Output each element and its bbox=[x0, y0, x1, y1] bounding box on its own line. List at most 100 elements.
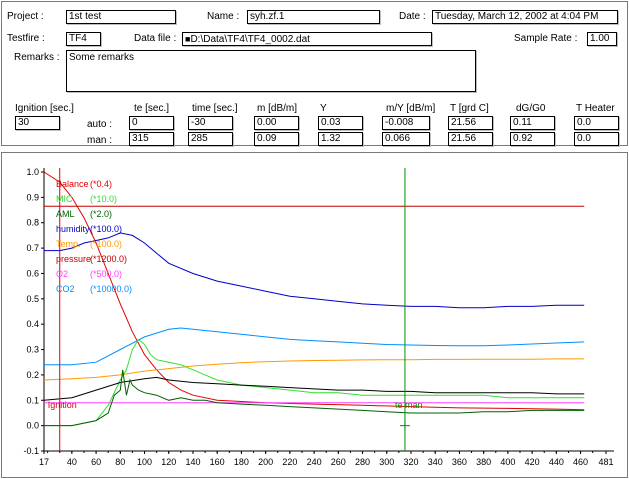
line-chart[interactable]: 1.0 0.9 0.8 0.7 0.6 0.5 0.4 0.3 0.2 0.1 0.0 -0.117 4… bbox=[2, 153, 627, 477]
ignition-field[interactable]: 30 bbox=[15, 116, 60, 130]
x-tick-label: 60 bbox=[91, 457, 101, 467]
legend-scale: (*1200.0) bbox=[90, 254, 127, 264]
x-tick-label: 300 bbox=[379, 457, 394, 467]
t-man-field[interactable]: 21.56 bbox=[448, 132, 493, 146]
x-tick-label: 460 bbox=[573, 457, 588, 467]
remarks-label: Remarks : bbox=[14, 52, 60, 63]
y-tick-label: 0.8 bbox=[26, 218, 39, 228]
testfire-label: Testfire : bbox=[7, 33, 45, 44]
legend-scale: (*10.0) bbox=[90, 194, 117, 204]
theater-man-field[interactable]: 0.0 bbox=[574, 132, 619, 146]
col-header-time: time [sec.] bbox=[192, 103, 238, 114]
te-man-field[interactable]: 315 bbox=[129, 132, 174, 146]
marker-label: te man bbox=[395, 400, 423, 410]
x-tick-label: 200 bbox=[258, 457, 273, 467]
x-tick-label: 481 bbox=[598, 457, 613, 467]
chart-panel: 1.0 0.9 0.8 0.7 0.6 0.5 0.4 0.3 0.2 0.1 0.0 -0.1 17 4… bbox=[1, 152, 628, 478]
my-auto-field[interactable]: -0.008 bbox=[382, 116, 430, 130]
x-tick-label: 240 bbox=[307, 457, 322, 467]
x-tick-label: 40 bbox=[67, 457, 77, 467]
y-auto-field[interactable]: 0.03 bbox=[318, 116, 363, 130]
samplerate-label: Sample Rate : bbox=[514, 33, 578, 44]
series-line-humidity bbox=[44, 232, 585, 309]
legend-name: MIC bbox=[56, 194, 73, 204]
y-tick-label: 0.5 bbox=[26, 294, 39, 304]
dg-man-field[interactable]: 0.92 bbox=[510, 132, 555, 146]
x-tick-label: 80 bbox=[115, 457, 125, 467]
y-tick-label: 0.3 bbox=[26, 345, 39, 355]
legend-name: Temp. bbox=[56, 239, 81, 249]
legend-scale: (*0.4) bbox=[90, 179, 112, 189]
legend-name: O2 bbox=[56, 269, 68, 279]
testfire-field[interactable]: TF4 bbox=[66, 32, 101, 46]
x-tick-label: 280 bbox=[355, 457, 370, 467]
y-tick-label: 0.4 bbox=[26, 319, 39, 329]
series-line-temp- bbox=[43, 358, 585, 381]
theater-auto-field[interactable]: 0.0 bbox=[574, 116, 619, 130]
x-tick-label: 440 bbox=[549, 457, 564, 467]
col-header-te: te [sec.] bbox=[134, 103, 170, 114]
y-tick-label: 1.0 bbox=[26, 167, 39, 177]
samplerate-field[interactable]: 1.00 bbox=[587, 32, 617, 46]
legend-scale: (*2.0) bbox=[90, 209, 112, 219]
x-tick-label: 360 bbox=[452, 457, 467, 467]
time-man-field[interactable]: 285 bbox=[188, 132, 233, 146]
x-tick-label: 260 bbox=[331, 457, 346, 467]
x-tick-label: 100 bbox=[137, 457, 152, 467]
y-tick-label: 0.6 bbox=[26, 268, 39, 278]
y-man-field[interactable]: 1.32 bbox=[318, 132, 363, 146]
legend-name: CO2 bbox=[56, 284, 75, 294]
row-label-auto: auto : bbox=[87, 119, 113, 130]
legend-scale: (*100.0) bbox=[90, 239, 122, 249]
te-auto-field[interactable]: 0 bbox=[129, 116, 174, 130]
legend-name: pressure bbox=[56, 254, 91, 264]
t-auto-field[interactable]: 21.56 bbox=[448, 116, 493, 130]
y-tick-label: 0.7 bbox=[26, 243, 39, 253]
y-tick-label: 0.9 bbox=[26, 192, 39, 202]
ignition-header: Ignition [sec.] bbox=[15, 103, 74, 114]
y-tick-label: 0.0 bbox=[26, 421, 39, 431]
header-panel: Project : 1st test Name : syh.zf.1 Date … bbox=[1, 1, 628, 146]
marker-label: Ignition bbox=[48, 400, 77, 410]
row-label-man: man : bbox=[87, 135, 113, 146]
x-tick-label: 220 bbox=[282, 457, 297, 467]
x-tick-label: 340 bbox=[428, 457, 443, 467]
y-tick-label: -0.1 bbox=[23, 446, 39, 456]
time-auto-field[interactable]: -30 bbox=[188, 116, 233, 130]
m-man-field[interactable]: 0.09 bbox=[254, 132, 299, 146]
project-field[interactable]: 1st test bbox=[66, 10, 176, 24]
datafile-value: D:\Data\TF4\TF4_0002.dat bbox=[190, 34, 310, 45]
x-tick-label: 17 bbox=[39, 457, 49, 467]
legend-name: humidity bbox=[56, 224, 90, 234]
x-tick-label: 320 bbox=[403, 457, 418, 467]
x-tick-label: 180 bbox=[234, 457, 249, 467]
x-tick-label: 380 bbox=[476, 457, 491, 467]
date-field[interactable]: Tuesday, March 12, 2002 at 4:04 PM bbox=[432, 10, 618, 24]
x-tick-label: 140 bbox=[185, 457, 200, 467]
name-field[interactable]: syh.zf.1 bbox=[247, 10, 380, 24]
col-header-y: Y bbox=[320, 103, 327, 114]
datafile-label: Data file : bbox=[134, 33, 177, 44]
m-auto-field[interactable]: 0.00 bbox=[254, 116, 299, 130]
datafile-field[interactable]: ■D:\Data\TF4\TF4_0002.dat bbox=[182, 32, 432, 46]
dg-auto-field[interactable]: 0.11 bbox=[510, 116, 555, 130]
legend-name: AML bbox=[56, 209, 75, 219]
my-man-field[interactable]: 0.066 bbox=[382, 132, 430, 146]
project-label: Project : bbox=[7, 11, 44, 22]
x-tick-label: 160 bbox=[210, 457, 225, 467]
x-tick-label: 400 bbox=[500, 457, 515, 467]
col-header-t: T [grd C] bbox=[450, 103, 489, 114]
legend-name: Balance bbox=[56, 179, 89, 189]
x-tick-label: 420 bbox=[525, 457, 540, 467]
col-header-dg: dG/G0 bbox=[516, 103, 546, 114]
legend-scale: (*100.0) bbox=[90, 224, 122, 234]
col-header-theater: T Heater bbox=[576, 103, 615, 114]
date-label: Date : bbox=[399, 11, 426, 22]
legend-scale: (*500.0) bbox=[90, 269, 122, 279]
remarks-textarea[interactable]: Some remarks bbox=[66, 50, 476, 92]
legend-scale: (*10000.0) bbox=[90, 284, 132, 294]
col-header-m: m [dB/m] bbox=[257, 103, 298, 114]
name-label: Name : bbox=[207, 11, 240, 22]
y-tick-label: 0.2 bbox=[26, 370, 39, 380]
y-tick-label: 0.1 bbox=[26, 395, 39, 405]
